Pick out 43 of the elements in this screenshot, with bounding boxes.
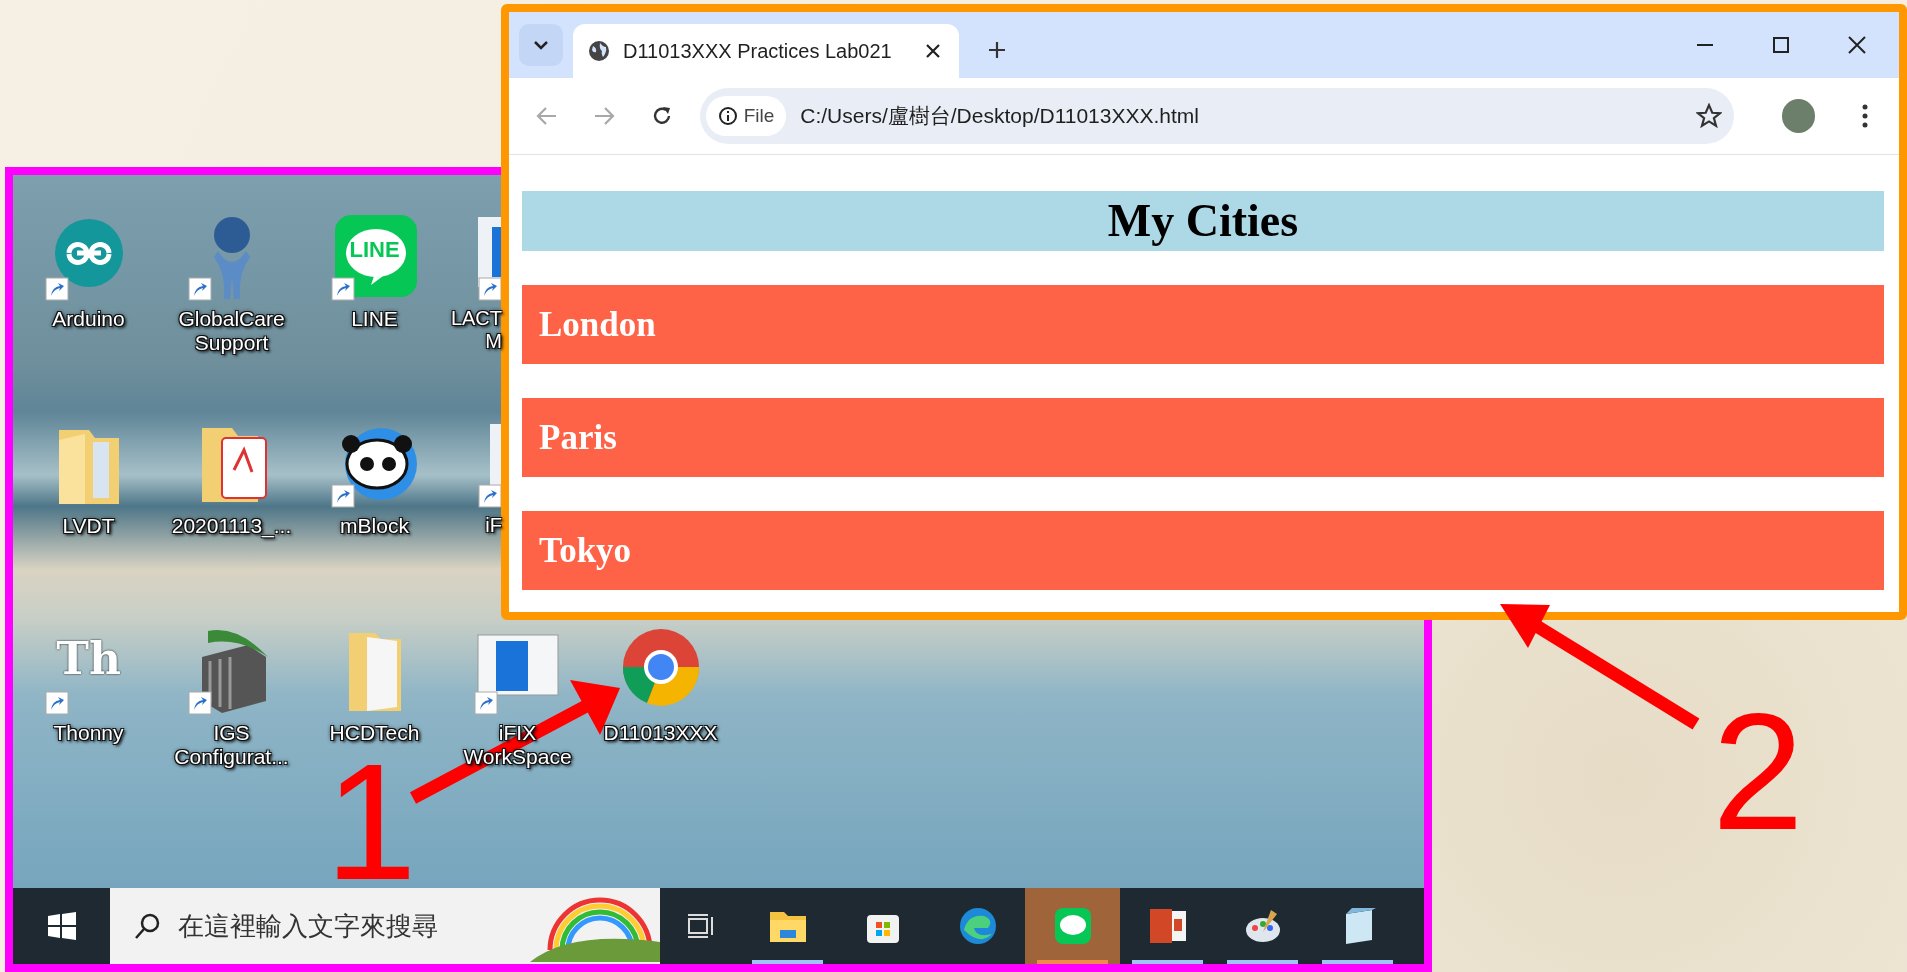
city-heading: Tokyo bbox=[522, 511, 1884, 590]
close-icon bbox=[925, 43, 941, 59]
logo-text: LINE bbox=[349, 239, 400, 261]
city-heading: London bbox=[522, 285, 1884, 364]
icon-label[interactable]: LVDT bbox=[62, 514, 115, 539]
speech-bubble-icon bbox=[1052, 906, 1093, 946]
windows-logo-icon bbox=[47, 912, 76, 940]
icon-label[interactable]: LINE bbox=[351, 307, 398, 332]
profile-avatar[interactable] bbox=[1781, 99, 1816, 133]
search-field[interactable]: 在這裡輸入文字來搜尋 bbox=[176, 910, 510, 942]
icon-label[interactable]: Thonny bbox=[53, 721, 124, 746]
minimize-icon bbox=[1696, 43, 1714, 47]
slides-app-icon bbox=[1147, 907, 1188, 945]
plus-icon bbox=[987, 40, 1007, 60]
page-heading: My Cities bbox=[522, 191, 1884, 251]
arrow-left-icon bbox=[535, 106, 558, 126]
url-text: C:/Users/盧樹台/Desktop/D11013XXX.html bbox=[800, 103, 1200, 129]
star-icon[interactable] bbox=[1695, 103, 1722, 129]
icon-label[interactable]: GlobalCare Support bbox=[161, 307, 302, 356]
close-icon bbox=[1848, 36, 1866, 54]
globe-icon bbox=[587, 39, 611, 63]
address-bar[interactable]: File C:/Users/盧樹台/Desktop/D11013XXX.html bbox=[699, 88, 1734, 144]
maximize-icon bbox=[1772, 36, 1790, 54]
arrow-right-icon bbox=[593, 106, 616, 126]
city-heading: Paris bbox=[522, 398, 1884, 477]
more-vertical-icon bbox=[1862, 104, 1869, 128]
info-icon bbox=[717, 106, 738, 126]
tab-title: D11013XXX Practices Lab021 bbox=[623, 39, 893, 63]
step-number: 2 bbox=[1712, 690, 1804, 855]
search-icon bbox=[132, 911, 162, 941]
task-view-icon bbox=[685, 911, 715, 941]
search-box[interactable]: 在這裡輸入文字來搜尋 bbox=[110, 888, 660, 964]
icon-label[interactable]: 20201113_... bbox=[171, 514, 292, 539]
icon-label[interactable]: mBlock bbox=[340, 514, 409, 539]
icon-label[interactable]: IGS Configurat... bbox=[161, 721, 302, 770]
chevron-down-icon bbox=[533, 40, 549, 50]
tab-search-button[interactable] bbox=[519, 24, 563, 66]
icon-label[interactable]: Arduino bbox=[52, 307, 125, 332]
site-info-chip[interactable]: File bbox=[705, 96, 787, 136]
browser-tab[interactable]: D11013XXX Practices Lab021 bbox=[573, 24, 959, 78]
logo-text: Th bbox=[56, 637, 121, 681]
icon-label[interactable]: D11013XXX bbox=[603, 721, 718, 746]
wave-logo-icon bbox=[957, 906, 998, 946]
